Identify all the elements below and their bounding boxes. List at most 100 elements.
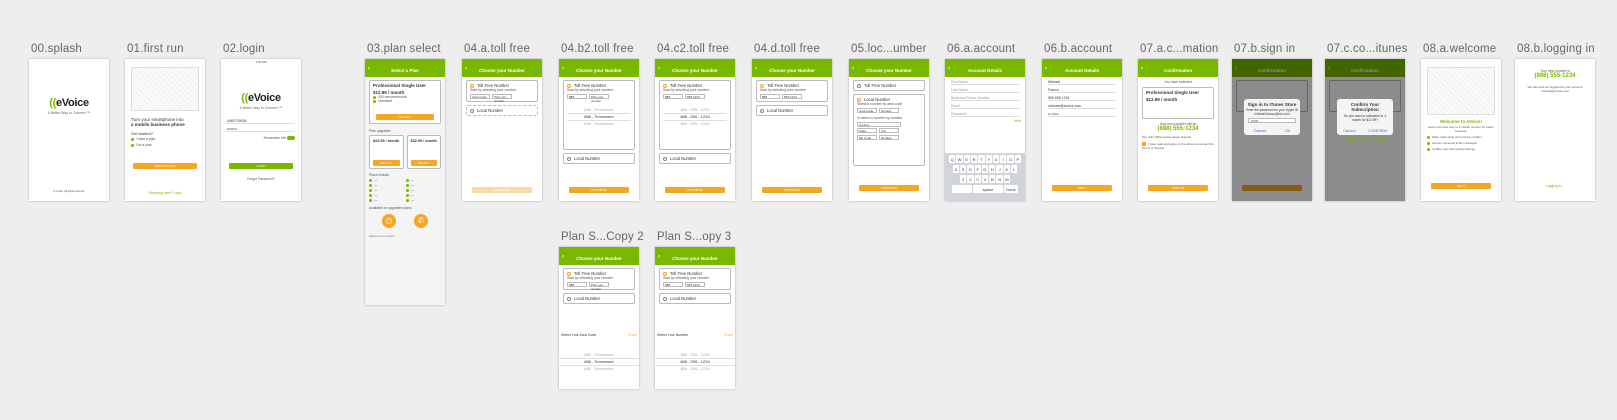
continue-button[interactable]: CONTINUE bbox=[569, 187, 629, 193]
option-get-plan[interactable]: Get a plan bbox=[125, 142, 205, 148]
key[interactable]: P bbox=[1014, 155, 1021, 163]
first-name-input[interactable]: Michael bbox=[1048, 79, 1116, 85]
toll-free-card[interactable]: Toll Free Number Start by selecting your… bbox=[756, 80, 828, 103]
key[interactable]: F bbox=[974, 165, 981, 173]
phone-input[interactable]: 9462729534 bbox=[227, 118, 295, 124]
login-button[interactable]: LOGIN bbox=[229, 163, 293, 169]
artboard-label: 07.b.sign in bbox=[1234, 43, 1296, 55]
key[interactable]: O bbox=[1007, 155, 1014, 163]
key[interactable]: D bbox=[967, 165, 974, 173]
last-name-input[interactable]: Last Name bbox=[951, 87, 1019, 93]
plan-card[interactable]: Professional Single User $12.99 / month … bbox=[369, 80, 441, 124]
last-name-input[interactable]: Franco bbox=[1048, 87, 1116, 93]
back-icon[interactable]: ‹ bbox=[852, 66, 854, 72]
password-input[interactable]: •• •••••• bbox=[1048, 111, 1116, 117]
key[interactable]: S bbox=[959, 165, 967, 173]
email-input[interactable]: Email bbox=[951, 103, 1019, 109]
key[interactable]: L bbox=[1011, 165, 1018, 173]
key[interactable]: Q bbox=[949, 155, 956, 163]
sign-up-button[interactable]: SIGN UP NOW! bbox=[133, 163, 197, 169]
number-picker[interactable]: 888 - 555 - 1234 888 - 555 - 1234 888 - … bbox=[655, 352, 735, 372]
remember-toggle[interactable]: Remember Me bbox=[221, 134, 301, 142]
local-card[interactable]: Local Number Select a number by area cod… bbox=[853, 94, 925, 166]
continue-button[interactable]: CONTINUE bbox=[472, 187, 532, 193]
space-key[interactable]: space bbox=[973, 185, 1003, 193]
confirm-button[interactable]: CONFIRM bbox=[1368, 128, 1387, 133]
key[interactable]: E bbox=[963, 155, 970, 163]
number-select[interactable]: Pick your number bbox=[492, 94, 512, 103]
key[interactable]: X bbox=[967, 175, 974, 183]
key[interactable]: M bbox=[1003, 175, 1011, 183]
key[interactable]: A bbox=[952, 165, 959, 173]
key[interactable]: N bbox=[996, 175, 1003, 183]
back-icon[interactable]: ‹ bbox=[755, 66, 757, 72]
key[interactable]: W bbox=[956, 155, 963, 163]
key[interactable]: Y bbox=[985, 155, 992, 163]
key[interactable]: T bbox=[978, 155, 985, 163]
toll-free-card[interactable]: Toll Free Number bbox=[853, 80, 925, 91]
area-code-select[interactable]: Area Code bbox=[470, 94, 490, 100]
next-button[interactable]: NEXT bbox=[1052, 185, 1112, 191]
forgot-link[interactable]: Forgot Password? bbox=[221, 177, 301, 181]
toll-free-card[interactable]: Toll Free Number Start by selecting your… bbox=[466, 80, 538, 103]
back-icon[interactable]: ‹ bbox=[658, 66, 660, 72]
done-button[interactable]: Done bbox=[629, 333, 637, 337]
screen: Turn your smartphone into a mobile busine… bbox=[125, 59, 205, 201]
business-phone-input[interactable]: Business Phone Number bbox=[951, 95, 1019, 101]
agree-checkbox[interactable]: I have read and agree to the above terms… bbox=[1138, 142, 1218, 150]
key[interactable]: K bbox=[1003, 165, 1011, 173]
continue-button[interactable]: CONTINUE bbox=[859, 185, 919, 191]
key[interactable]: U bbox=[992, 155, 1000, 163]
toll-free-card[interactable]: Toll Free Number Start by selecting your… bbox=[563, 80, 635, 150]
password-input[interactable]: Password bbox=[951, 111, 1019, 117]
business-phone-input[interactable]: 555 555 1234 bbox=[1048, 95, 1116, 101]
key[interactable]: B bbox=[989, 175, 996, 183]
back-icon[interactable]: ‹ bbox=[465, 66, 467, 72]
next-link[interactable]: Next bbox=[945, 119, 1025, 123]
back-icon[interactable]: ‹ bbox=[948, 66, 950, 72]
screen: 1:00 PM ((eVoice A Better Way to Connect… bbox=[221, 59, 301, 201]
picker-header: Select Your Number Done bbox=[657, 333, 733, 337]
key[interactable]: Z bbox=[959, 175, 967, 183]
select-button[interactable]: SELECT bbox=[376, 114, 434, 120]
illustration bbox=[131, 67, 199, 111]
back-icon[interactable]: ‹ bbox=[368, 66, 370, 72]
key[interactable]: R bbox=[970, 155, 978, 163]
first-name-input[interactable]: First Name bbox=[951, 79, 1019, 85]
key[interactable]: G bbox=[981, 165, 989, 173]
key[interactable]: C bbox=[974, 175, 981, 183]
key[interactable]: I bbox=[1000, 155, 1007, 163]
ok-button[interactable]: OK bbox=[1285, 128, 1291, 133]
continue-button[interactable]: CONTINUE bbox=[665, 187, 725, 193]
back-icon[interactable]: ‹ bbox=[562, 66, 564, 72]
features-grid: — — — — — — — — — — bbox=[365, 178, 445, 202]
password-input[interactable]: •••••••• bbox=[227, 126, 295, 132]
local-card[interactable]: Local Number bbox=[659, 153, 731, 164]
done-key[interactable]: Done bbox=[1004, 185, 1018, 193]
back-icon[interactable]: ‹ bbox=[1141, 66, 1143, 72]
continue-button[interactable]: CONTINUE bbox=[762, 187, 822, 193]
area-picker[interactable]: 888 - Tennessee 888 - Tennessee 888 - Te… bbox=[559, 352, 639, 372]
toll-free-card[interactable]: Toll Free Number Start by selecting your… bbox=[659, 80, 731, 150]
headline: Turn your smartphone into a mobile busine… bbox=[131, 117, 185, 127]
upgrade-card[interactable]: $32.99 / month SELECT bbox=[406, 135, 441, 169]
key[interactable]: J bbox=[996, 165, 1003, 173]
key[interactable]: H bbox=[989, 165, 996, 173]
key[interactable]: V bbox=[981, 175, 989, 183]
local-card[interactable]: Local Number bbox=[563, 153, 635, 164]
login-link[interactable]: Returning user? Login bbox=[125, 191, 205, 195]
email-input[interactable]: michael@evoice.com bbox=[1048, 103, 1116, 109]
cancel-button[interactable]: Cancel bbox=[1253, 128, 1265, 133]
area-picker[interactable]: 888 - Tennessee 888 - Tennessee 888 - Te… bbox=[567, 107, 631, 127]
number-picker[interactable]: 888 - 555 - 1234 888 - 555 - 1234 888 - … bbox=[663, 107, 727, 127]
upgrade-card[interactable]: $22.99 / month SELECT bbox=[369, 135, 404, 169]
local-card[interactable]: Local Number bbox=[756, 105, 828, 117]
cancel-button[interactable]: Cancel bbox=[1343, 128, 1355, 133]
sign-up-button[interactable]: SIGN UP bbox=[1148, 185, 1208, 191]
password-input[interactable]: •••••• bbox=[1248, 118, 1296, 123]
done-button[interactable]: Done bbox=[725, 333, 733, 337]
back-icon[interactable]: ‹ bbox=[1045, 66, 1047, 72]
next-button[interactable]: NEXT bbox=[1431, 183, 1491, 189]
screen: Welcome to eVoice! Here's the best way t… bbox=[1421, 59, 1501, 201]
local-card[interactable]: Local Number bbox=[466, 105, 538, 117]
